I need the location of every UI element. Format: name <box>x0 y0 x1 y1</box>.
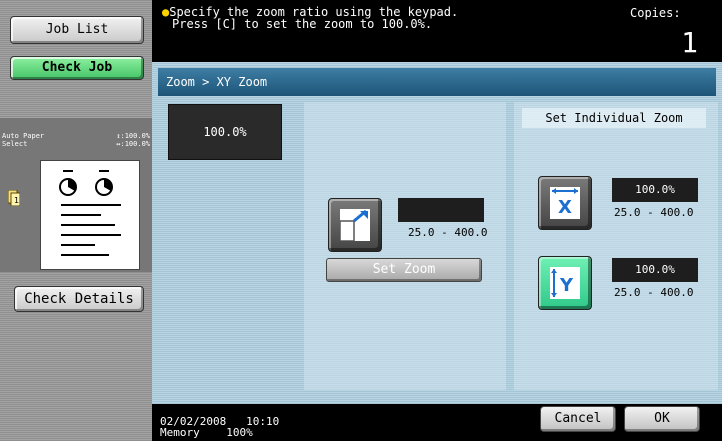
check-job-button[interactable]: Check Job <box>10 56 144 80</box>
ok-button[interactable]: OK <box>624 406 700 432</box>
job-list-button[interactable]: Job List <box>10 16 144 44</box>
preview-panel: Auto Paper ↕:100.0% Select ↔:100.0% 1 <box>0 118 152 272</box>
status-footer: 02/02/2008 10:10 Memory 100% Cancel OK <box>152 404 722 441</box>
copy-count-icon: 1 <box>8 190 20 206</box>
memory-value: 100% <box>226 426 253 439</box>
preview-info: Auto Paper ↕:100.0% Select ↔:100.0% <box>2 132 150 148</box>
x-zoom-value: 100.0% <box>612 178 698 202</box>
message-line-2: Press [C] to set the zoom to 100.0%. <box>172 17 433 31</box>
paper-setting-label: Auto Paper <box>2 132 45 140</box>
instruction-message: ●Specify the zoom ratio using the keypad… <box>162 6 458 30</box>
section-title: Set Individual Zoom <box>522 108 706 128</box>
breadcrumb: Zoom > XY Zoom <box>158 68 716 96</box>
date-time-memory: 02/02/2008 10:10 Memory 100% <box>160 416 279 438</box>
vertical-zoom-readout: ↕:100.0% <box>116 132 150 140</box>
x-zoom-range: 25.0 - 400.0 <box>614 206 694 219</box>
left-sidebar: Job List Check Job Auto Paper ↕:100.0% S… <box>0 0 152 441</box>
page-preview-thumbnail <box>40 160 140 270</box>
set-zoom-button[interactable]: Set Zoom <box>326 258 482 282</box>
message-header: ●Specify the zoom ratio using the keypad… <box>152 0 722 62</box>
svg-text:Y: Y <box>559 275 574 296</box>
check-details-button[interactable]: Check Details <box>14 286 144 312</box>
copies-label: Copies: <box>630 6 681 20</box>
page-layout-icon <box>59 170 121 256</box>
copies-count: 1 <box>681 26 698 59</box>
svg-text:X: X <box>558 197 572 218</box>
individual-zoom-section: Set Individual Zoom X 100.0% 25.0 - 400.… <box>514 102 718 390</box>
zoom-center-section: 25.0 - 400.0 Set Zoom <box>304 102 506 390</box>
y-zoom-value: 100.0% <box>612 258 698 282</box>
zoom-settings-panel: Zoom > XY Zoom 100.0% 25.0 - 400.0 Set Z… <box>152 62 722 404</box>
zoom-range: 25.0 - 400.0 <box>408 226 488 239</box>
cancel-button[interactable]: Cancel <box>540 406 616 432</box>
memory-label: Memory <box>160 426 200 439</box>
horizontal-zoom-readout: ↔:100.0% <box>116 140 150 148</box>
paper-select-label: Select <box>2 140 28 148</box>
diagonal-enlarge-icon <box>340 209 370 241</box>
x-zoom-button[interactable]: X <box>538 176 592 230</box>
svg-text:1: 1 <box>14 196 19 205</box>
y-axis-zoom-icon: Y <box>550 267 580 299</box>
zoom-ratio-value <box>398 198 484 222</box>
zoom-ratio-button[interactable] <box>328 198 382 252</box>
y-zoom-range: 25.0 - 400.0 <box>614 286 694 299</box>
x-axis-zoom-icon: X <box>550 187 580 219</box>
current-zoom-display: 100.0% <box>168 104 282 160</box>
y-zoom-button[interactable]: Y <box>538 256 592 310</box>
